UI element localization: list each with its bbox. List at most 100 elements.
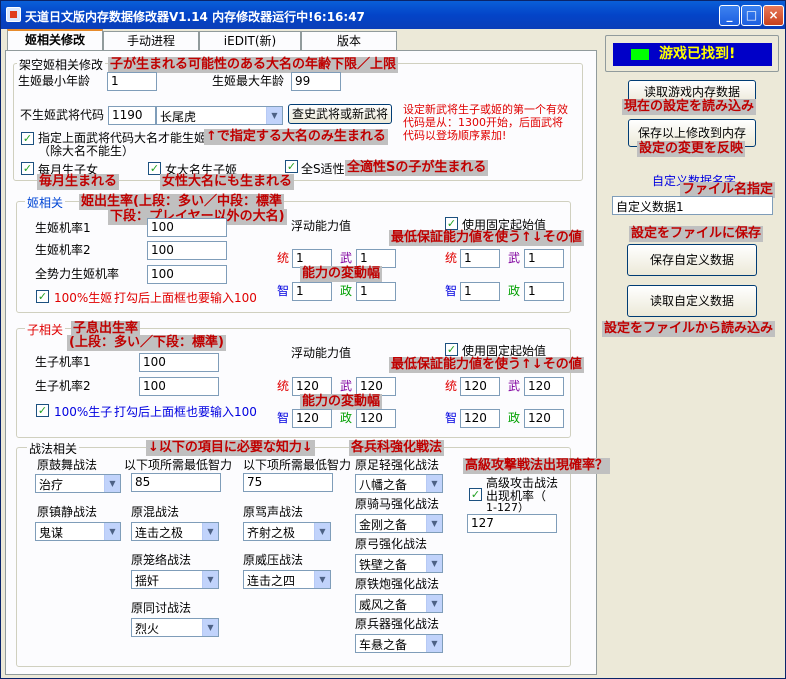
min-int-input-1[interactable]: 85	[131, 473, 221, 492]
guwu-select[interactable]: 治疗 ▼	[35, 474, 121, 493]
child-fixed-zheng[interactable]: 120	[524, 409, 564, 428]
hime-rate2-label: 生姬机率2	[35, 243, 91, 257]
hime-fixed-zhi[interactable]: 1	[460, 282, 500, 301]
custom-name-input[interactable]: 自定义数据1	[612, 196, 773, 215]
hime-100-note: 打勾后上面框也要输入100	[114, 291, 257, 305]
mashen-select[interactable]: 齐射之极 ▼	[243, 522, 331, 541]
hunluan-select[interactable]: 连击之极 ▼	[131, 522, 219, 541]
save-file-button[interactable]: 保存自定义数据	[627, 244, 757, 276]
stat-zhi-label: 智	[277, 411, 290, 425]
chevron-down-icon: ▼	[426, 595, 442, 612]
stat-zheng-label: 政	[340, 284, 353, 298]
tiepao-select[interactable]: 威风之备 ▼	[355, 594, 443, 613]
hime-fixed-checkbox[interactable]: ✓	[445, 217, 458, 230]
min-age-label: 生姬最小年龄	[18, 74, 91, 88]
min-int-input-2[interactable]: 75	[243, 473, 333, 492]
group-label: 架空姬相关修改	[17, 56, 106, 73]
adv-rate-input[interactable]: 127	[467, 514, 557, 533]
hime-fixed-tong[interactable]: 1	[460, 249, 500, 268]
child-fixed-tong[interactable]: 120	[460, 377, 500, 396]
minimize-button[interactable]: _	[719, 5, 740, 26]
stat-wu-label: 武	[340, 251, 353, 265]
close-button[interactable]: ×	[763, 5, 784, 26]
hime-100-checkbox[interactable]: ✓	[36, 290, 49, 303]
weiya-select[interactable]: 连击之四 ▼	[243, 570, 331, 589]
exclude-code-input[interactable]: 1190	[108, 106, 156, 125]
child-fixed-wu[interactable]: 120	[524, 377, 564, 396]
chevron-down-icon: ▼	[426, 515, 442, 532]
hime-fixed-zheng[interactable]: 1	[524, 282, 564, 301]
stat-wu-label: 武	[340, 379, 353, 393]
guwu-label: 原鼓舞战法	[37, 458, 98, 472]
annotation: 設定の変更を反映	[637, 141, 746, 157]
child-100-checkbox[interactable]: ✓	[36, 404, 49, 417]
group-label: 战法相关	[27, 440, 80, 457]
bingqi-label: 原兵器强化战法	[355, 617, 440, 631]
monthly-checkbox[interactable]: ✓	[21, 162, 34, 175]
chevron-down-icon: ▼	[314, 523, 330, 540]
child-fixed-zhi[interactable]: 120	[460, 409, 500, 428]
max-age-input[interactable]: 99	[291, 72, 341, 91]
child-rate2-input[interactable]: 100	[139, 377, 219, 396]
min-int-label-1: 以下项所需最低智力	[124, 458, 233, 472]
tab-version[interactable]: 版本	[301, 31, 397, 51]
tab-hime[interactable]: 姬相关修改	[7, 29, 103, 52]
annotation: 最低保証能力値を使う↑↓その値	[389, 230, 584, 246]
status-frame: 游戏已找到!	[605, 35, 779, 72]
lookup-general-button[interactable]: 查史武将或新武将	[288, 104, 392, 124]
child-rate1-input[interactable]: 100	[139, 353, 219, 372]
stat-tong-label: 统	[277, 251, 290, 265]
qima-select[interactable]: 金刚之备 ▼	[355, 514, 443, 533]
chevron-down-icon: ▼	[426, 635, 442, 652]
exclude-name-select[interactable]: 长尾虎 ▼	[156, 106, 283, 125]
annotation: 各兵科強化戦法	[349, 440, 445, 456]
hime-100-label: 100%生姬	[54, 291, 113, 305]
child-float-zheng[interactable]: 120	[356, 409, 396, 428]
zuqing-select[interactable]: 八幡之备 ▼	[355, 474, 443, 493]
max-age-label: 生姬最大年龄	[212, 74, 285, 88]
hime-rate2-input[interactable]: 100	[147, 241, 227, 260]
tongtao-select[interactable]: 烈火 ▼	[131, 618, 219, 637]
stat-zheng-label: 政	[340, 411, 353, 425]
annotation: 姫出生率(上段：多い／中段：標準	[79, 194, 284, 210]
chevron-down-icon: ▼	[314, 571, 330, 588]
child-float-label: 浮动能力值	[291, 346, 352, 360]
hime-rate3-input[interactable]: 100	[147, 265, 227, 284]
load-file-button[interactable]: 读取自定义数据	[627, 285, 757, 317]
chevron-down-icon: ▼	[104, 475, 120, 492]
longluo-select[interactable]: 揺奸 ▼	[131, 570, 219, 589]
stat-tong-label: 统	[277, 379, 290, 393]
adv-checkbox[interactable]: ✓	[469, 488, 482, 501]
chevron-down-icon: ▼	[426, 555, 442, 572]
exclude-code-label: 不生姬武将代码	[20, 108, 105, 122]
hime-fixed-wu[interactable]: 1	[524, 249, 564, 268]
hime-rate1-input[interactable]: 100	[147, 218, 227, 237]
zhenjing-label: 原镇静战法	[37, 505, 98, 519]
bingqi-select[interactable]: 车悬之备 ▼	[355, 634, 443, 653]
hunluan-label: 原混战法	[131, 505, 180, 519]
maximize-button[interactable]: □	[741, 5, 762, 26]
tab-manual-process[interactable]: 手动进程	[103, 31, 199, 51]
tab-iedit[interactable]: iEDIT(新)	[199, 31, 301, 51]
stat-zhi-label: 智	[277, 284, 290, 298]
stat-tong-label: 统	[445, 251, 458, 265]
group-label: 姬相关	[25, 194, 66, 211]
min-age-input[interactable]: 1	[107, 72, 157, 91]
title-bar[interactable]: 天道日文版内存数据修改器V1.14 内存修改器运行中!6:16:47 _ □ ×	[1, 1, 785, 29]
weiya-label: 原威压战法	[243, 553, 304, 567]
hime-float-zhi[interactable]: 1	[292, 282, 332, 301]
only-specified-checkbox[interactable]: ✓	[21, 132, 34, 145]
annotation: 女性大名にも生まれる	[160, 174, 295, 190]
hime-float-zheng[interactable]: 1	[356, 282, 396, 301]
annotation: ↑で指定する大名のみ生まれる	[204, 129, 388, 145]
zhenjing-select[interactable]: 鬼谋 ▼	[35, 522, 121, 541]
annotation: 高級攻撃戦法出現確率？	[463, 458, 611, 474]
all-s-checkbox[interactable]: ✓	[285, 160, 298, 173]
chevron-down-icon: ▼	[426, 475, 442, 492]
annotation: (上段：多い／下段：標準)	[67, 335, 226, 351]
gong-select[interactable]: 铁壁之备 ▼	[355, 554, 443, 573]
child-float-zhi[interactable]: 120	[292, 409, 332, 428]
child-fixed-checkbox[interactable]: ✓	[445, 343, 458, 356]
hime-rate1-label: 生姬机率1	[35, 221, 91, 235]
tiepao-label: 原铁炮强化战法	[355, 577, 440, 591]
